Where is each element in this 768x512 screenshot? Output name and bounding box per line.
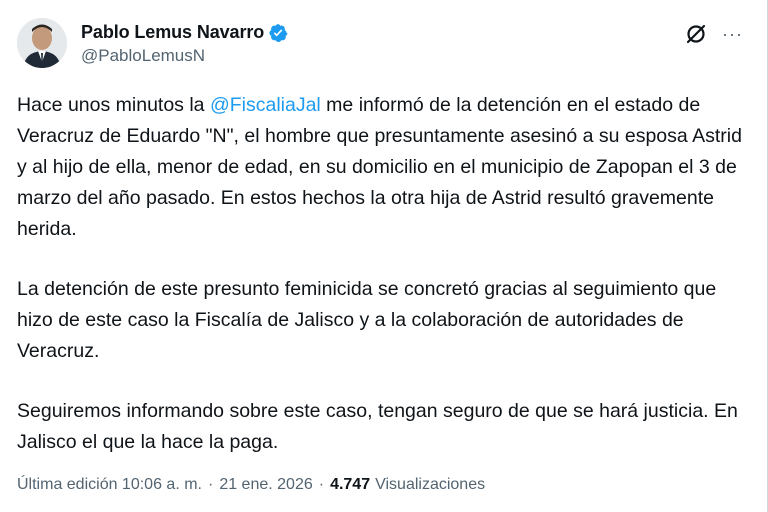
tweet-text: Hace unos minutos la @FiscaliaJal me inf…	[17, 90, 752, 487]
author-name[interactable]: Pablo Lemus Navarro	[81, 22, 264, 43]
grok-icon[interactable]	[684, 22, 708, 46]
tweet-actions: ···	[684, 22, 743, 46]
avatar[interactable]	[17, 18, 67, 68]
tweet-meta: Última edición 10:06 a. m. · 21 ene. 202…	[17, 476, 485, 494]
tweet-header: Pablo Lemus Navarro @PabloLemusN	[17, 18, 747, 74]
author-handle[interactable]: @PabloLemusN	[81, 46, 288, 66]
name-row: Pablo Lemus Navarro	[81, 22, 288, 43]
meta-separator: ·	[318, 476, 325, 493]
meta-separator: ·	[207, 476, 214, 493]
tweet-date[interactable]: 21 ene. 2026	[219, 476, 312, 494]
tweet-paragraph-3: Seguiremos informando sobre este caso, t…	[17, 400, 738, 453]
tweet-card: Pablo Lemus Navarro @PabloLemusN ··· Hac…	[0, 0, 768, 512]
edited-timestamp[interactable]: Última edición 10:06 a. m.	[17, 476, 202, 494]
tweet-paragraph-1: Hace unos minutos la @FiscaliaJal me inf…	[17, 90, 752, 245]
mention-link[interactable]: @FiscaliaJal	[210, 94, 321, 116]
avatar-image	[17, 18, 67, 68]
author-identity: Pablo Lemus Navarro @PabloLemusN	[81, 22, 288, 74]
verified-badge-icon[interactable]	[268, 23, 288, 43]
tweet-paragraph-2: La detención de este presunto feminicida…	[17, 278, 717, 362]
views-count: 4.747	[330, 476, 371, 493]
p1-before: Hace unos minutos la	[17, 94, 210, 116]
more-options-icon[interactable]: ···	[722, 24, 743, 45]
views-label: Visualizaciones	[375, 476, 486, 493]
